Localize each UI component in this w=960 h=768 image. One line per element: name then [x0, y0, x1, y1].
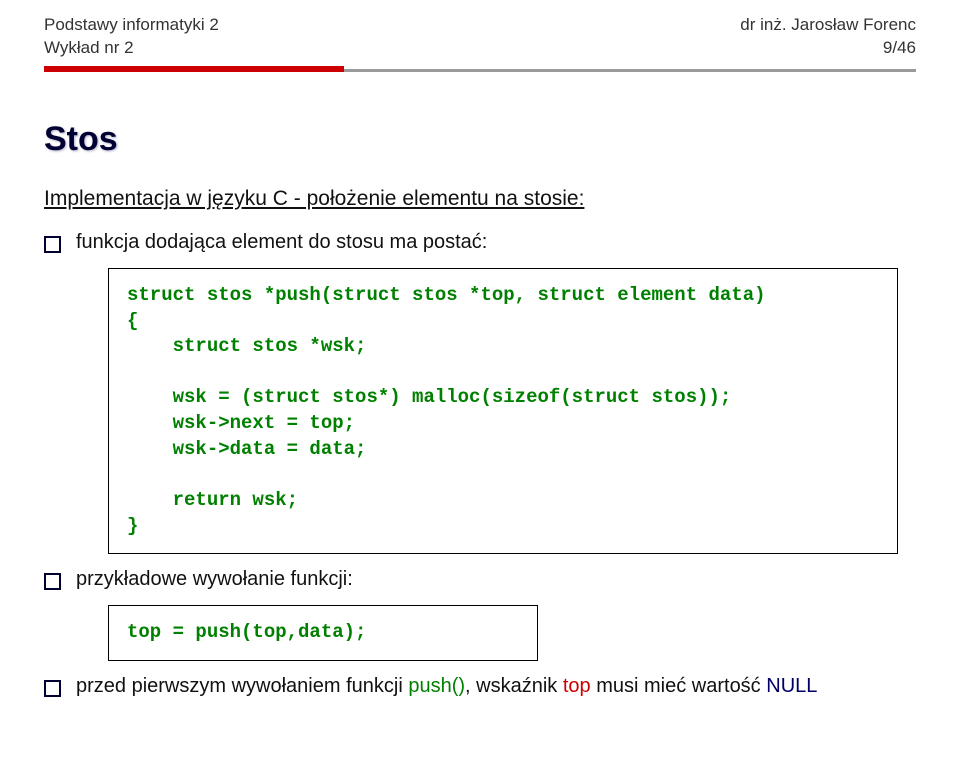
header-rule: [0, 66, 960, 72]
code-inline: top: [563, 675, 591, 697]
code-inline: NULL: [766, 675, 817, 697]
bullet-text: przykładowe wywołanie funkcji:: [76, 568, 353, 590]
slide-header: Podstawy informatyki 2 Wykład nr 2 dr in…: [0, 0, 960, 60]
slide-subtitle: Implementacja w języku C - położenie ele…: [44, 187, 916, 211]
rule-red-icon: [44, 66, 344, 72]
course-title: Podstawy informatyki 2: [44, 14, 219, 37]
code-block: top = push(top,data);: [108, 605, 538, 661]
code-block: struct stos *push(struct stos *top, stru…: [108, 268, 898, 554]
code-content: top = push(top,data);: [127, 620, 519, 646]
bullet-text: funkcja dodająca element do stosu ma pos…: [76, 231, 487, 253]
code-inline: push(): [408, 675, 465, 697]
page-number: 9/46: [740, 37, 916, 60]
list-item: przykładowe wywołanie funkcji: top = pus…: [44, 568, 916, 661]
bullet-text-part: musi mieć wartość: [591, 675, 767, 697]
bullet-text-part: , wskaźnik: [465, 675, 563, 697]
bullet-list: funkcja dodająca element do stosu ma pos…: [44, 231, 916, 698]
list-item: przed pierwszym wywołaniem funkcji push(…: [44, 675, 916, 698]
code-content: struct stos *push(struct stos *top, stru…: [127, 283, 879, 539]
header-left: Podstawy informatyki 2 Wykład nr 2: [44, 14, 219, 60]
list-item: funkcja dodająca element do stosu ma pos…: [44, 231, 916, 554]
header-right: dr inż. Jarosław Forenc 9/46: [740, 14, 916, 60]
slide-content: Stos Implementacja w języku C - położeni…: [0, 120, 960, 698]
lecture-number: Wykład nr 2: [44, 37, 219, 60]
slide-title: Stos: [44, 120, 916, 159]
author-name: dr inż. Jarosław Forenc: [740, 14, 916, 37]
bullet-text-part: przed pierwszym wywołaniem funkcji: [76, 675, 408, 697]
